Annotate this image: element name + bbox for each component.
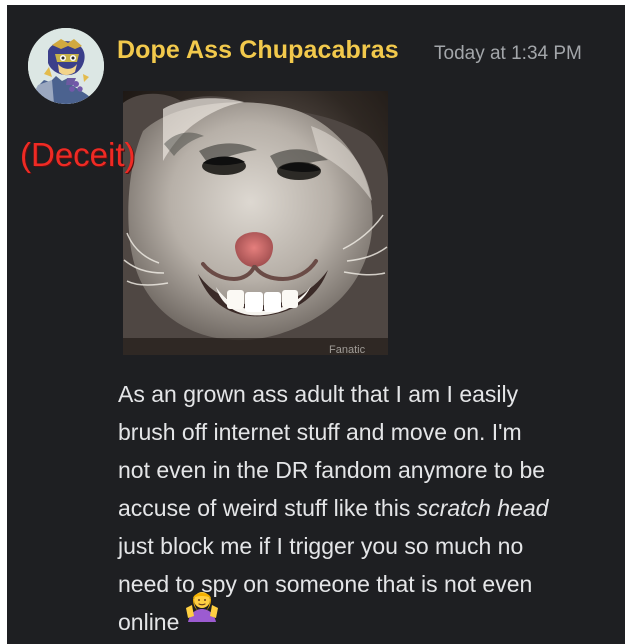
emoji-icon — [186, 592, 218, 622]
overlay-label: (Deceit) — [20, 136, 136, 173]
message-line-7: online — [118, 609, 180, 635]
message-line-6: need to spy on someone that is not even — [118, 571, 533, 597]
message-line-3: not even in the DR fandom anymore to be — [118, 457, 546, 483]
message-line-4-start: accuse of weird stuff like this — [118, 495, 417, 521]
message-card: Dope Ass Chupacabras Today at 1:34 PM Fa… — [7, 5, 625, 644]
message-line-2: brush off internet stuff and move on. I'… — [118, 419, 522, 445]
message-line-4-italic: scratch head — [416, 495, 549, 521]
message-line-5: just block me if I trigger you so much n… — [118, 533, 524, 559]
person-shrugging-emoji — [184, 587, 220, 623]
image-watermark: Fanatic — [329, 344, 366, 355]
avatar[interactable] — [28, 28, 104, 104]
message-image[interactable]: Fanatic — [123, 91, 388, 355]
avatar-image — [28, 28, 104, 104]
timestamp: Today at 1:34 PM — [434, 43, 582, 64]
message-line-1: As an grown ass adult that I am I easily — [118, 381, 519, 407]
smiling-cat-image: Fanatic — [123, 91, 388, 355]
username[interactable]: Dope Ass Chupacabras — [117, 36, 399, 65]
